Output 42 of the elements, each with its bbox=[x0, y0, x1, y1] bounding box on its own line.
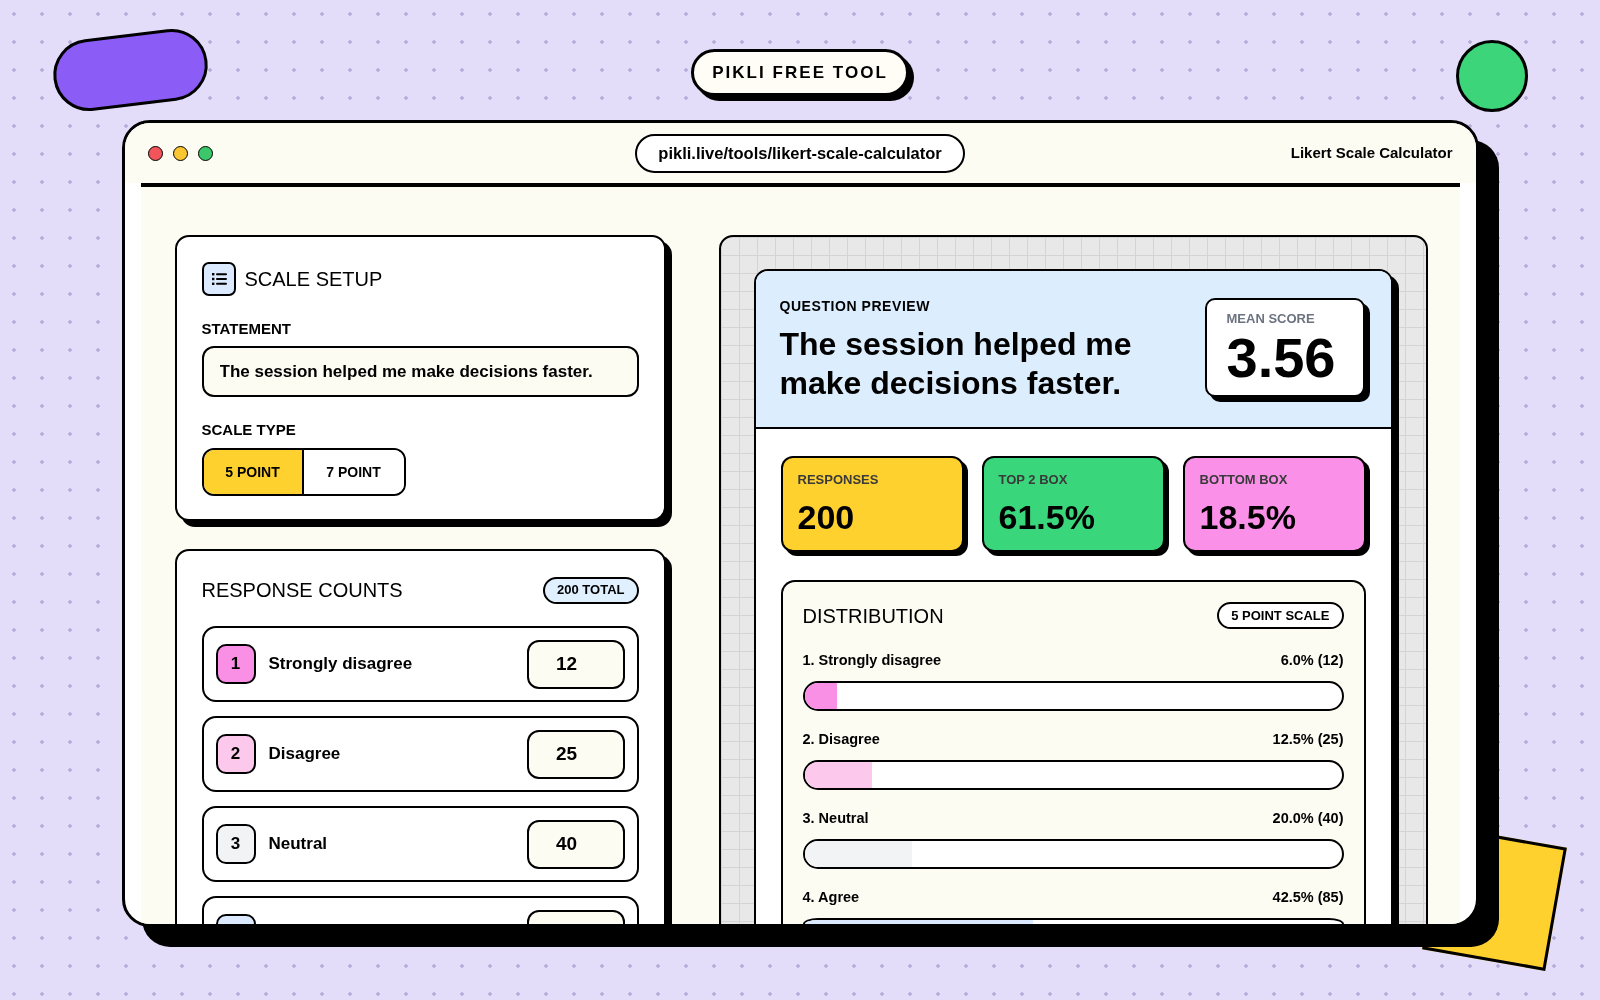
window-control-icon[interactable] bbox=[197, 145, 213, 161]
count-field[interactable]: 25 bbox=[526, 729, 625, 779]
mean-score-label: MEAN SCORE bbox=[1226, 311, 1315, 327]
distribution-label: 1. Strongly disagree bbox=[802, 651, 942, 669]
response-label: Strongly disagree bbox=[268, 653, 413, 676]
field-label: SCALE TYPE bbox=[201, 421, 296, 438]
distribution-label: 3. Neutral bbox=[802, 809, 869, 827]
rank-badge: 2 bbox=[215, 734, 256, 774]
card-title: DISTRIBUTION bbox=[802, 603, 944, 629]
stat-value: 200 bbox=[797, 498, 855, 536]
distribution-label: 2. Disagree bbox=[802, 730, 880, 748]
card-title: SCALE SETUP bbox=[244, 267, 383, 292]
window-control-icon[interactable] bbox=[172, 145, 188, 161]
stat-value: 61.5% bbox=[998, 498, 1095, 536]
response-label: Neutral bbox=[268, 833, 328, 856]
card-title: RESPONSE COUNTS bbox=[201, 578, 403, 603]
window-control-icon[interactable] bbox=[147, 145, 163, 161]
distribution-reading: 12.5% (25) bbox=[1272, 730, 1344, 748]
address-bar[interactable]: pikli.live/tools/likert-scale-calculator bbox=[635, 133, 965, 173]
page-title: Likert Scale Calculator bbox=[1290, 142, 1453, 163]
stat-label: RESPONSES bbox=[797, 472, 879, 488]
response-label: Disagree bbox=[268, 743, 341, 766]
count-field[interactable]: 12 bbox=[526, 639, 625, 689]
count-field[interactable]: 40 bbox=[526, 819, 625, 869]
stat-value: 18.5% bbox=[1199, 498, 1296, 536]
distribution-reading: 20.0% (40) bbox=[1272, 809, 1344, 827]
stat-label: TOP 2 BOX bbox=[998, 472, 1068, 488]
question-text: The session helped me make decisions faster. bbox=[779, 325, 1133, 403]
distribution-label: 4. Agree bbox=[802, 888, 860, 906]
mean-score-value: 3.56 bbox=[1226, 328, 1336, 388]
scale-badge: 5 POINT SCALE bbox=[1217, 602, 1344, 629]
statement-field[interactable]: The session helped me make decisions faster. bbox=[201, 346, 639, 397]
rank-badge: 3 bbox=[215, 824, 256, 864]
scale-type-option[interactable]: 5 POINT bbox=[203, 450, 304, 494]
total-badge: 200 TOTAL bbox=[543, 576, 639, 604]
field-label: STATEMENT bbox=[201, 320, 291, 337]
distribution-reading: 6.0% (12) bbox=[1280, 651, 1344, 669]
section-label: QUESTION PREVIEW bbox=[779, 298, 931, 315]
list-icon bbox=[201, 262, 236, 296]
rank-badge: 1 bbox=[215, 644, 256, 684]
stat-label: BOTTOM BOX bbox=[1199, 472, 1288, 488]
distribution-reading: 42.5% (85) bbox=[1272, 888, 1344, 906]
